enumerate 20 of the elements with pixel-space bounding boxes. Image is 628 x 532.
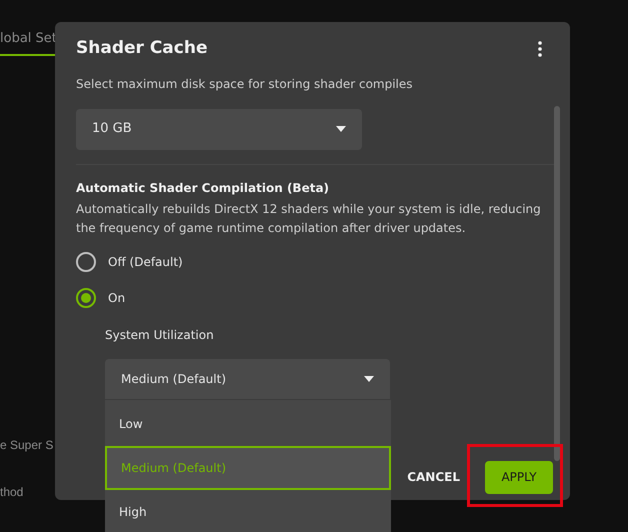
disk-space-dropdown[interactable]: 10 GB [76,108,362,150]
menu-item[interactable]: High [105,490,391,532]
more-options-icon[interactable] [538,40,542,57]
radio-button[interactable] [76,288,96,308]
section-description: Automatically rebuilds DirectX 12 shaders while your system is idle, reducing the frequency of game runtime compilation after driver updates. [76,200,542,236]
section-heading: Automatic Shader Compilation (Beta) [76,180,330,196]
setting-label: e Super S [0,437,54,454]
utilization-label: System Utilization [105,326,215,344]
caret-icon [336,126,346,132]
dialog-description: Select maximum disk space for storing shader compiles [76,76,414,92]
apply-button[interactable]: APPLY [485,460,553,494]
cancel-button[interactable]: CANCEL [407,468,460,486]
caret-icon [364,376,374,382]
radio-option[interactable]: On [76,288,554,308]
radio-button[interactable] [76,252,96,272]
setting-label: thod [0,484,24,501]
radio-option[interactable]: Off (Default) [76,252,554,272]
dialog-title: Shader Cache [76,37,208,60]
menu-item[interactable]: Low [105,402,391,446]
utilization-dropdown[interactable]: Medium (Default) [105,358,390,398]
